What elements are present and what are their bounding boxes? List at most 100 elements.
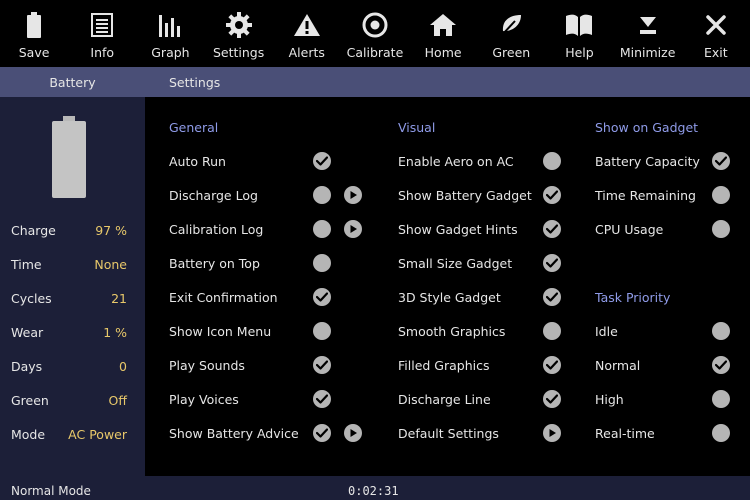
option-time-remaining-label: Time Remaining bbox=[595, 188, 696, 203]
option-show-gadget-hints-label: Show Gadget Hints bbox=[398, 222, 518, 237]
general-calibration-log-play-button[interactable] bbox=[344, 220, 362, 238]
general-section-title: General bbox=[169, 120, 219, 135]
stat-value: 0 bbox=[119, 358, 127, 374]
save-button[interactable]: Save bbox=[0, 0, 68, 67]
gadget-section-title: Show on Gadget bbox=[595, 120, 699, 135]
option-priority-idle-label: Idle bbox=[595, 324, 618, 339]
home-button[interactable]: Home bbox=[409, 0, 477, 67]
exit-button[interactable]: Exit bbox=[682, 0, 750, 67]
option-discharge-log-label: Discharge Log bbox=[169, 188, 258, 203]
status-time: 0:02:31 bbox=[348, 484, 399, 498]
book-icon bbox=[564, 11, 594, 39]
settings-button[interactable]: Settings bbox=[205, 0, 273, 67]
option-priority-realtime-label: Real-time bbox=[595, 426, 655, 441]
alerts-label: Alerts bbox=[288, 45, 325, 60]
minimize-icon bbox=[633, 11, 663, 39]
option-battery-capacity-label: Battery Capacity bbox=[595, 154, 700, 169]
option-priority-normal-label: Normal bbox=[595, 358, 641, 373]
option-default-settings-label: Default Settings bbox=[398, 426, 499, 441]
stat-value: AC Power bbox=[68, 426, 127, 442]
minimize-button[interactable]: Minimize bbox=[614, 0, 682, 67]
general-show-battery-advice-play-button[interactable] bbox=[344, 424, 362, 442]
general-calibration-log-toggle[interactable] bbox=[313, 220, 331, 238]
exit-label: Exit bbox=[703, 45, 728, 60]
stat-value: None bbox=[94, 256, 127, 272]
stat-label: Days bbox=[11, 358, 43, 374]
settings-label: Settings bbox=[212, 45, 265, 60]
option-battery-on-top-label: Battery on Top bbox=[169, 256, 260, 271]
settings-header: Settings bbox=[169, 74, 221, 90]
battery-level-icon bbox=[52, 116, 86, 198]
stat-value: Off bbox=[108, 392, 127, 408]
option-cpu-usage-label: CPU Usage bbox=[595, 222, 664, 237]
general-play-voices-toggle[interactable] bbox=[313, 390, 331, 408]
info-button[interactable]: Info bbox=[68, 0, 136, 67]
general-show-icon-menu-toggle[interactable] bbox=[313, 322, 331, 340]
stat-label: Green bbox=[11, 392, 49, 408]
stat-time: Time None bbox=[11, 254, 127, 274]
gadget-battery-capacity-toggle[interactable] bbox=[712, 152, 730, 170]
visual-default-settings-play-button[interactable] bbox=[543, 424, 561, 442]
priority-high-toggle[interactable] bbox=[712, 390, 730, 408]
option-play-sounds-label: Play Sounds bbox=[169, 358, 245, 373]
option-enable-aero-label: Enable Aero on AC bbox=[398, 154, 514, 169]
home-icon bbox=[428, 11, 458, 39]
general-play-sounds-toggle[interactable] bbox=[313, 356, 331, 374]
option-show-battery-gadget-label: Show Battery Gadget bbox=[398, 188, 532, 203]
general-discharge-log-play-button[interactable] bbox=[344, 186, 362, 204]
priority-section-title: Task Priority bbox=[595, 290, 671, 305]
option-calibration-log-label: Calibration Log bbox=[169, 222, 264, 237]
close-icon bbox=[701, 11, 731, 39]
calibrate-button[interactable]: Calibrate bbox=[341, 0, 409, 67]
visual-filled-graphics-toggle[interactable] bbox=[543, 356, 561, 374]
stat-label: Charge bbox=[11, 222, 56, 238]
status-bar: Normal Mode 0:02:31 bbox=[0, 476, 750, 500]
stat-mode: Mode AC Power bbox=[11, 424, 127, 444]
stat-label: Time bbox=[11, 256, 42, 272]
bar-chart-icon bbox=[155, 11, 185, 39]
general-battery-on-top-toggle[interactable] bbox=[313, 254, 331, 272]
help-button[interactable]: Help bbox=[545, 0, 613, 67]
general-discharge-log-toggle[interactable] bbox=[313, 186, 331, 204]
green-button[interactable]: Green bbox=[477, 0, 545, 67]
stat-cycles: Cycles 21 bbox=[11, 288, 127, 308]
priority-normal-toggle[interactable] bbox=[712, 356, 730, 374]
battery-icon bbox=[19, 11, 49, 39]
toolbar: Save Info Graph Settings Alerts Calibrat… bbox=[0, 0, 750, 67]
visual-3d-style-gadget-toggle[interactable] bbox=[543, 288, 561, 306]
option-auto-run-label: Auto Run bbox=[169, 154, 226, 169]
graph-button[interactable]: Graph bbox=[136, 0, 204, 67]
home-label: Home bbox=[424, 45, 462, 60]
priority-idle-toggle[interactable] bbox=[712, 322, 730, 340]
general-show-battery-advice-toggle[interactable] bbox=[313, 424, 331, 442]
leaf-icon bbox=[496, 11, 526, 39]
graph-label: Graph bbox=[151, 45, 190, 60]
option-priority-high-label: High bbox=[595, 392, 624, 407]
info-label: Info bbox=[90, 45, 115, 60]
stat-label: Cycles bbox=[11, 290, 52, 306]
stat-value: 97 % bbox=[95, 222, 127, 238]
visual-show-gadget-hints-toggle[interactable] bbox=[543, 220, 561, 238]
stat-value: 21 bbox=[111, 290, 127, 306]
settings-panel: General Visual Show on Gadget Task Prior… bbox=[145, 97, 750, 476]
visual-smooth-graphics-toggle[interactable] bbox=[543, 322, 561, 340]
alerts-button[interactable]: Alerts bbox=[273, 0, 341, 67]
visual-discharge-line-toggle[interactable] bbox=[543, 390, 561, 408]
priority-real-time-toggle[interactable] bbox=[712, 424, 730, 442]
general-auto-run-toggle[interactable] bbox=[313, 152, 331, 170]
visual-enable-aero-on-ac-toggle[interactable] bbox=[543, 152, 561, 170]
battery-header: Battery bbox=[49, 74, 96, 90]
option-discharge-line-label: Discharge Line bbox=[398, 392, 491, 407]
visual-section-title: Visual bbox=[398, 120, 436, 135]
option-show-icon-menu-label: Show Icon Menu bbox=[169, 324, 272, 339]
save-label: Save bbox=[18, 45, 50, 60]
gadget-cpu-usage-toggle[interactable] bbox=[712, 220, 730, 238]
general-exit-confirmation-toggle[interactable] bbox=[313, 288, 331, 306]
battery-panel: Charge 97 % Time None Cycles 21 Wear 1 %… bbox=[0, 97, 145, 476]
status-mode: Normal Mode bbox=[11, 484, 91, 498]
gadget-time-remaining-toggle[interactable] bbox=[712, 186, 730, 204]
target-icon bbox=[360, 11, 390, 39]
visual-show-battery-gadget-toggle[interactable] bbox=[543, 186, 561, 204]
visual-small-size-gadget-toggle[interactable] bbox=[543, 254, 561, 272]
option-small-size-gadget-label: Small Size Gadget bbox=[398, 256, 513, 271]
